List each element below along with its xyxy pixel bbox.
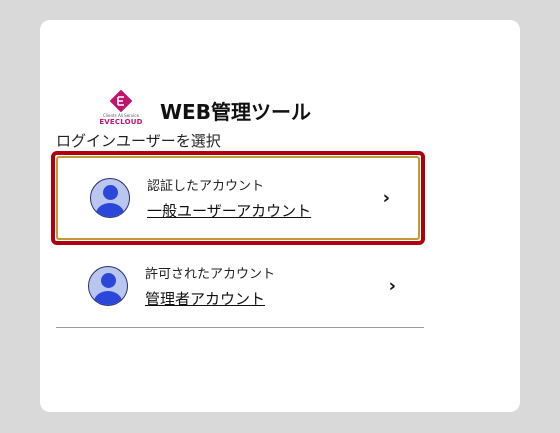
user-avatar-icon [88,266,128,306]
logo-brand-text: EVECLOUD [99,118,143,126]
account-name-link[interactable]: 管理者アカウント [145,288,275,309]
header: Clients Ali Service EVECLOUD WEB管理ツール [96,90,311,130]
account-type-label: 許可されたアカウント [145,267,276,282]
account-item-admin[interactable]: 許可されたアカウント 管理者アカウント › [56,244,424,328]
chevron-right-icon: › [382,187,390,209]
user-avatar-icon [90,178,130,218]
evecloud-logo-icon: Clients Ali Service EVECLOUD [96,90,146,130]
account-name-link[interactable]: 一般ユーザーアカウント [147,200,311,221]
account-type-label: 認証したアカウント [147,179,265,194]
page-title: WEB管理ツール [160,99,311,124]
account-item-general-user[interactable]: 認証したアカウント 一般ユーザーアカウント › [56,156,420,240]
divider [56,327,424,328]
account-text: 許可されたアカウント 管理者アカウント [145,263,275,309]
chevron-right-icon: › [388,275,396,297]
account-text: 認証したアカウント 一般ユーザーアカウント [147,175,311,221]
section-label: ログインユーザーを選択 [56,132,221,150]
